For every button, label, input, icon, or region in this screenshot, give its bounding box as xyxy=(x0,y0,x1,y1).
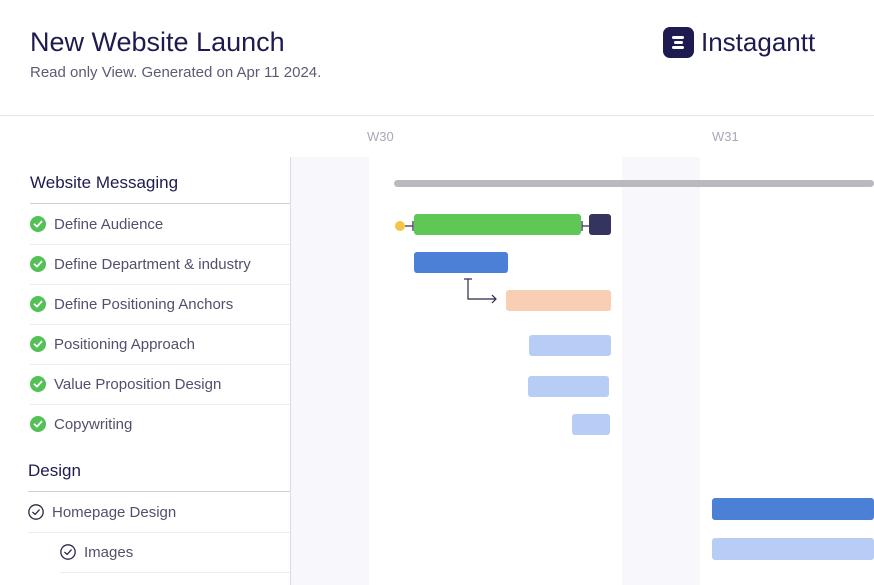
timeline-header: W30 W31 xyxy=(0,115,874,158)
check-circle-icon[interactable] xyxy=(30,416,46,432)
task-label: Copywriting xyxy=(54,415,133,433)
task-row-images[interactable]: Images xyxy=(60,532,290,573)
task-bar-handle[interactable] xyxy=(589,214,611,235)
task-label: Positioning Approach xyxy=(54,335,195,353)
brand-name: Instagantt xyxy=(701,27,816,57)
task-bar-homepage-design[interactable] xyxy=(712,498,874,520)
task-bar-define-department[interactable] xyxy=(414,252,508,273)
group-summary-bar[interactable] xyxy=(394,180,874,187)
task-bar-copywriting[interactable] xyxy=(572,414,610,435)
check-circle-outline-icon[interactable] xyxy=(60,544,76,560)
task-bar-define-positioning-anchors[interactable] xyxy=(506,290,611,311)
task-label: Homepage Design xyxy=(52,503,177,521)
check-circle-icon[interactable] xyxy=(30,336,46,352)
gantt-chart xyxy=(291,157,874,585)
task-label: Define Positioning Anchors xyxy=(54,295,234,313)
task-row-homepage-design[interactable]: Homepage Design xyxy=(28,492,290,533)
task-row-define-department[interactable]: Define Department & industry xyxy=(30,244,290,285)
weekend-band xyxy=(622,157,700,585)
task-row-value-proposition[interactable]: Value Proposition Design xyxy=(30,364,290,405)
group-title-website-messaging[interactable]: Website Messaging xyxy=(30,173,178,193)
task-label: Define Audience xyxy=(54,215,164,233)
report-header: New Website Launch Read only View. Gener… xyxy=(0,0,874,115)
task-bar-value-proposition[interactable] xyxy=(528,376,609,397)
project-title: New Website Launch xyxy=(30,27,285,57)
brand-logo: Instagantt xyxy=(663,26,815,59)
instagantt-logo-icon xyxy=(663,27,694,58)
task-row-define-audience[interactable]: Define Audience xyxy=(30,204,290,245)
check-circle-icon[interactable] xyxy=(30,376,46,392)
group-title-design[interactable]: Design xyxy=(28,461,81,481)
check-circle-icon[interactable] xyxy=(30,296,46,312)
week-label-w31: W31 xyxy=(712,129,739,144)
project-subtitle: Read only View. Generated on Apr 11 2024… xyxy=(30,64,322,81)
task-bar-images[interactable] xyxy=(712,538,874,560)
check-circle-icon[interactable] xyxy=(30,256,46,272)
dependency-arrow-icon xyxy=(464,278,497,304)
task-row-define-positioning-anchors[interactable]: Define Positioning Anchors xyxy=(30,284,290,325)
task-bar-positioning-approach[interactable] xyxy=(529,335,611,356)
task-label: Value Proposition Design xyxy=(54,375,222,393)
task-label: Define Department & industry xyxy=(54,255,251,273)
task-row-copywriting[interactable]: Copywriting xyxy=(30,404,290,444)
check-circle-outline-icon[interactable] xyxy=(28,504,44,520)
task-label: Images xyxy=(84,543,134,561)
task-list: Website Messaging Define Audience Define… xyxy=(0,157,291,585)
week-label-w30: W30 xyxy=(367,129,394,144)
task-bar-define-audience[interactable] xyxy=(414,214,581,235)
task-row-positioning-approach[interactable]: Positioning Approach xyxy=(30,324,290,365)
milestone-dot[interactable] xyxy=(395,221,405,231)
weekend-band xyxy=(291,157,369,585)
check-circle-icon[interactable] xyxy=(30,216,46,232)
